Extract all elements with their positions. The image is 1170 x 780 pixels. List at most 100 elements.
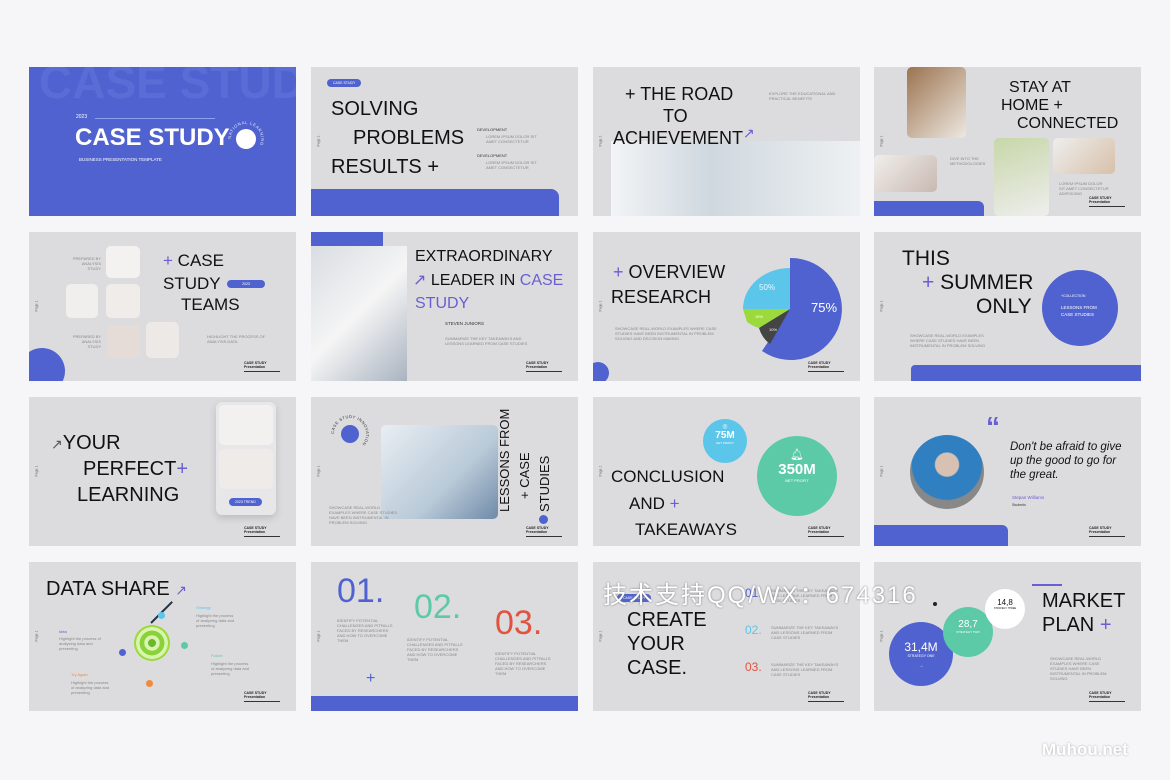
trend-pill: 2023 TREND xyxy=(229,498,262,506)
quote-role: Students xyxy=(1012,503,1026,507)
slide-5-case-study-teams[interactable]: Page 1 PREPARED BY ANALYSIS STUDY PREPAR… xyxy=(29,232,296,381)
title-line: CASE. xyxy=(627,657,688,679)
plus-icon: + xyxy=(163,251,173,270)
title-line: ACHIEVEMENT xyxy=(613,128,744,148)
prepared-by: PREPARED BY ANALYSIS STUDY xyxy=(72,256,101,271)
node-2 xyxy=(158,612,165,619)
quote-icon: “ xyxy=(986,411,1000,442)
title-line: PERFECT+ xyxy=(83,458,188,481)
cover-title: CASE STUDY xyxy=(75,124,230,151)
title-line: MARKET xyxy=(1042,590,1126,612)
title-line: SOLVING xyxy=(331,98,419,120)
description: SUMMARIZE THE KEY TAKEAWAYS AND LESSONS … xyxy=(445,336,528,346)
slide-10-lessons-from-case-studies[interactable]: Page 1 CASE STUDY INNOVATION SHOWCASE RE… xyxy=(311,397,578,546)
team-photo xyxy=(66,284,98,318)
slide-9-your-perfect-learning[interactable]: Page 1 ↗YOUR PERFECT+ LEARNING 2023 TREN… xyxy=(29,397,296,546)
title-line: + THE ROAD xyxy=(625,84,734,104)
title-word: CASE xyxy=(519,272,564,289)
meeting-photo xyxy=(311,246,407,381)
arrow-icon: ↗ xyxy=(175,582,188,598)
description: HIGHLIGHT THE PROCESS OF ANALYSIS DATA xyxy=(207,334,266,344)
team-photo xyxy=(107,325,140,358)
page-label: Page 1 xyxy=(34,300,39,312)
year-pill: 2023 xyxy=(227,280,265,288)
bullet-text: LOREM IPSUM DOLOR SIT AMET CONSECTETUR xyxy=(486,160,537,170)
step-number: 03. xyxy=(495,604,543,642)
blue-band xyxy=(311,189,559,216)
step-number: 02. xyxy=(414,588,462,626)
pie-label: 50% xyxy=(759,283,775,292)
page-label: Page 1 xyxy=(598,135,603,147)
step-text: SUMMARIZE THE KEY TAKEAWAYS AND LESSONS … xyxy=(771,662,839,677)
badge-circle xyxy=(341,425,359,443)
team-photo xyxy=(106,284,140,318)
slide-14-numbered-steps[interactable]: Page 1 01. IDENTIFY POTENTIAL CHALLENGES… xyxy=(311,562,578,711)
title-word: DATA SHARE xyxy=(46,578,170,600)
plus-icon: + xyxy=(922,271,935,294)
slide-3-road-to-achievement[interactable]: Page 1 + THE ROAD TO ACHIEVEMENT ↗ EXPLO… xyxy=(593,67,860,216)
bubble-value: 31,4M xyxy=(904,640,938,654)
footer: CASE STUDY Presentation xyxy=(808,691,844,702)
stat-label: NET PROFIT xyxy=(716,441,734,445)
slide-2-solving-problems[interactable]: Page 1 CASE STUDY SOLVING PROBLEMS RESUL… xyxy=(311,67,578,216)
background-word: CASE STUDY xyxy=(39,67,296,108)
blue-band xyxy=(874,201,984,216)
arrow-icon: ↗ xyxy=(51,436,63,452)
step-number: 01. xyxy=(337,572,385,610)
stat-circle-350m: 🔔︎ 350M NET PROFIT xyxy=(757,436,837,516)
footer: CASE STUDY Presentation xyxy=(526,361,562,372)
footer: CASE STUDY Presentation xyxy=(808,361,844,372)
title-word: CASE xyxy=(177,251,224,270)
plus-icon: + xyxy=(1099,614,1112,636)
dot xyxy=(539,515,548,524)
slide-6-extraordinary-leader[interactable]: EXTRAORDINARY ↗ LEADER IN CASE STUDY STE… xyxy=(311,232,578,381)
stat-label: NET PROFIT xyxy=(785,478,809,483)
item-label: Strategy xyxy=(196,605,211,610)
description: EXPLORE THE EDUCATIONAL AND PRACTICAL BE… xyxy=(769,91,836,101)
stat-circle-75m: ◎ 75M NET PROFIT xyxy=(703,419,747,463)
description: SHOWCASE REAL-WORLD EXAMPLES WHERE CASE … xyxy=(329,505,398,525)
slide-8-this-summer-only[interactable]: Page 1 THIS + SUMMER ONLY +COLLECTION LE… xyxy=(874,232,1141,381)
plus-icon: + xyxy=(613,262,624,282)
description: DIVE INTO THE METHODOLOGIES xyxy=(950,156,986,166)
office-photo xyxy=(611,141,860,216)
slide-7-overview-research[interactable]: Page 1 + OVERVIEW RESEARCH SHOWCASE REAL… xyxy=(593,232,860,381)
page-label: Page 1 xyxy=(879,135,884,147)
node-1 xyxy=(119,649,126,656)
title-line: HOME + xyxy=(1001,97,1063,114)
quote-text: Don't be afraid to give up the good to g… xyxy=(1010,441,1122,481)
slide-13-data-share[interactable]: Page 1 DATA SHARE ↗ Idea Highlight the p… xyxy=(29,562,296,711)
stat-value: 350M xyxy=(778,461,816,478)
step-number: 03. xyxy=(745,660,762,674)
slide-4-stay-at-home[interactable]: Page 1 STAY AT HOME + CONNECTED DIVE INT… xyxy=(874,67,1141,216)
slide-1-cover[interactable]: CASE STUDY 2023 CASE STUDY BUSINESS PRES… xyxy=(29,67,296,216)
bubble-strategy-three: 14,8 STRATEGY THREE xyxy=(985,589,1025,629)
bubble-value: 28,7 xyxy=(958,619,978,630)
title-line: AND + xyxy=(629,492,680,515)
title-vertical: STUDIES xyxy=(537,455,552,512)
plant-photo xyxy=(994,138,1049,216)
arrow-icon: ↗ xyxy=(413,272,427,289)
title-line: + CASE xyxy=(163,249,224,272)
node-4 xyxy=(146,680,153,687)
page-label: Page 1 xyxy=(34,630,39,642)
woman-photo xyxy=(219,405,273,445)
footer: CASE STUDY Presentation xyxy=(1089,691,1125,702)
node-3 xyxy=(181,642,188,649)
page-label: Page 1 xyxy=(34,465,39,477)
footer: CASE STUDY Presentation xyxy=(1089,196,1125,207)
collection-text: LESSONS FROM CASE STUDIES xyxy=(1061,305,1097,317)
team-photo xyxy=(106,246,140,278)
step-number: 02. xyxy=(745,623,762,637)
title-line: PROBLEMS xyxy=(353,127,465,149)
slide-12-quote[interactable]: Page 1 “ Don't be afraid to give up the … xyxy=(874,397,1141,546)
arrow-icon: ↗ xyxy=(743,125,755,141)
page-label: Page 1 xyxy=(598,300,603,312)
accent-line xyxy=(1032,584,1062,586)
item-label: Try Again xyxy=(71,672,88,677)
slide-11-conclusion[interactable]: Page 1 CONCLUSION AND + TAKEAWAYS ◎ 75M … xyxy=(593,397,860,546)
bullet-title: DEVELOPMENT xyxy=(477,127,508,132)
title-line: STUDY xyxy=(163,274,221,293)
footer: CASE STUDY Presentation xyxy=(1089,526,1125,537)
title-line: TO xyxy=(663,106,688,126)
